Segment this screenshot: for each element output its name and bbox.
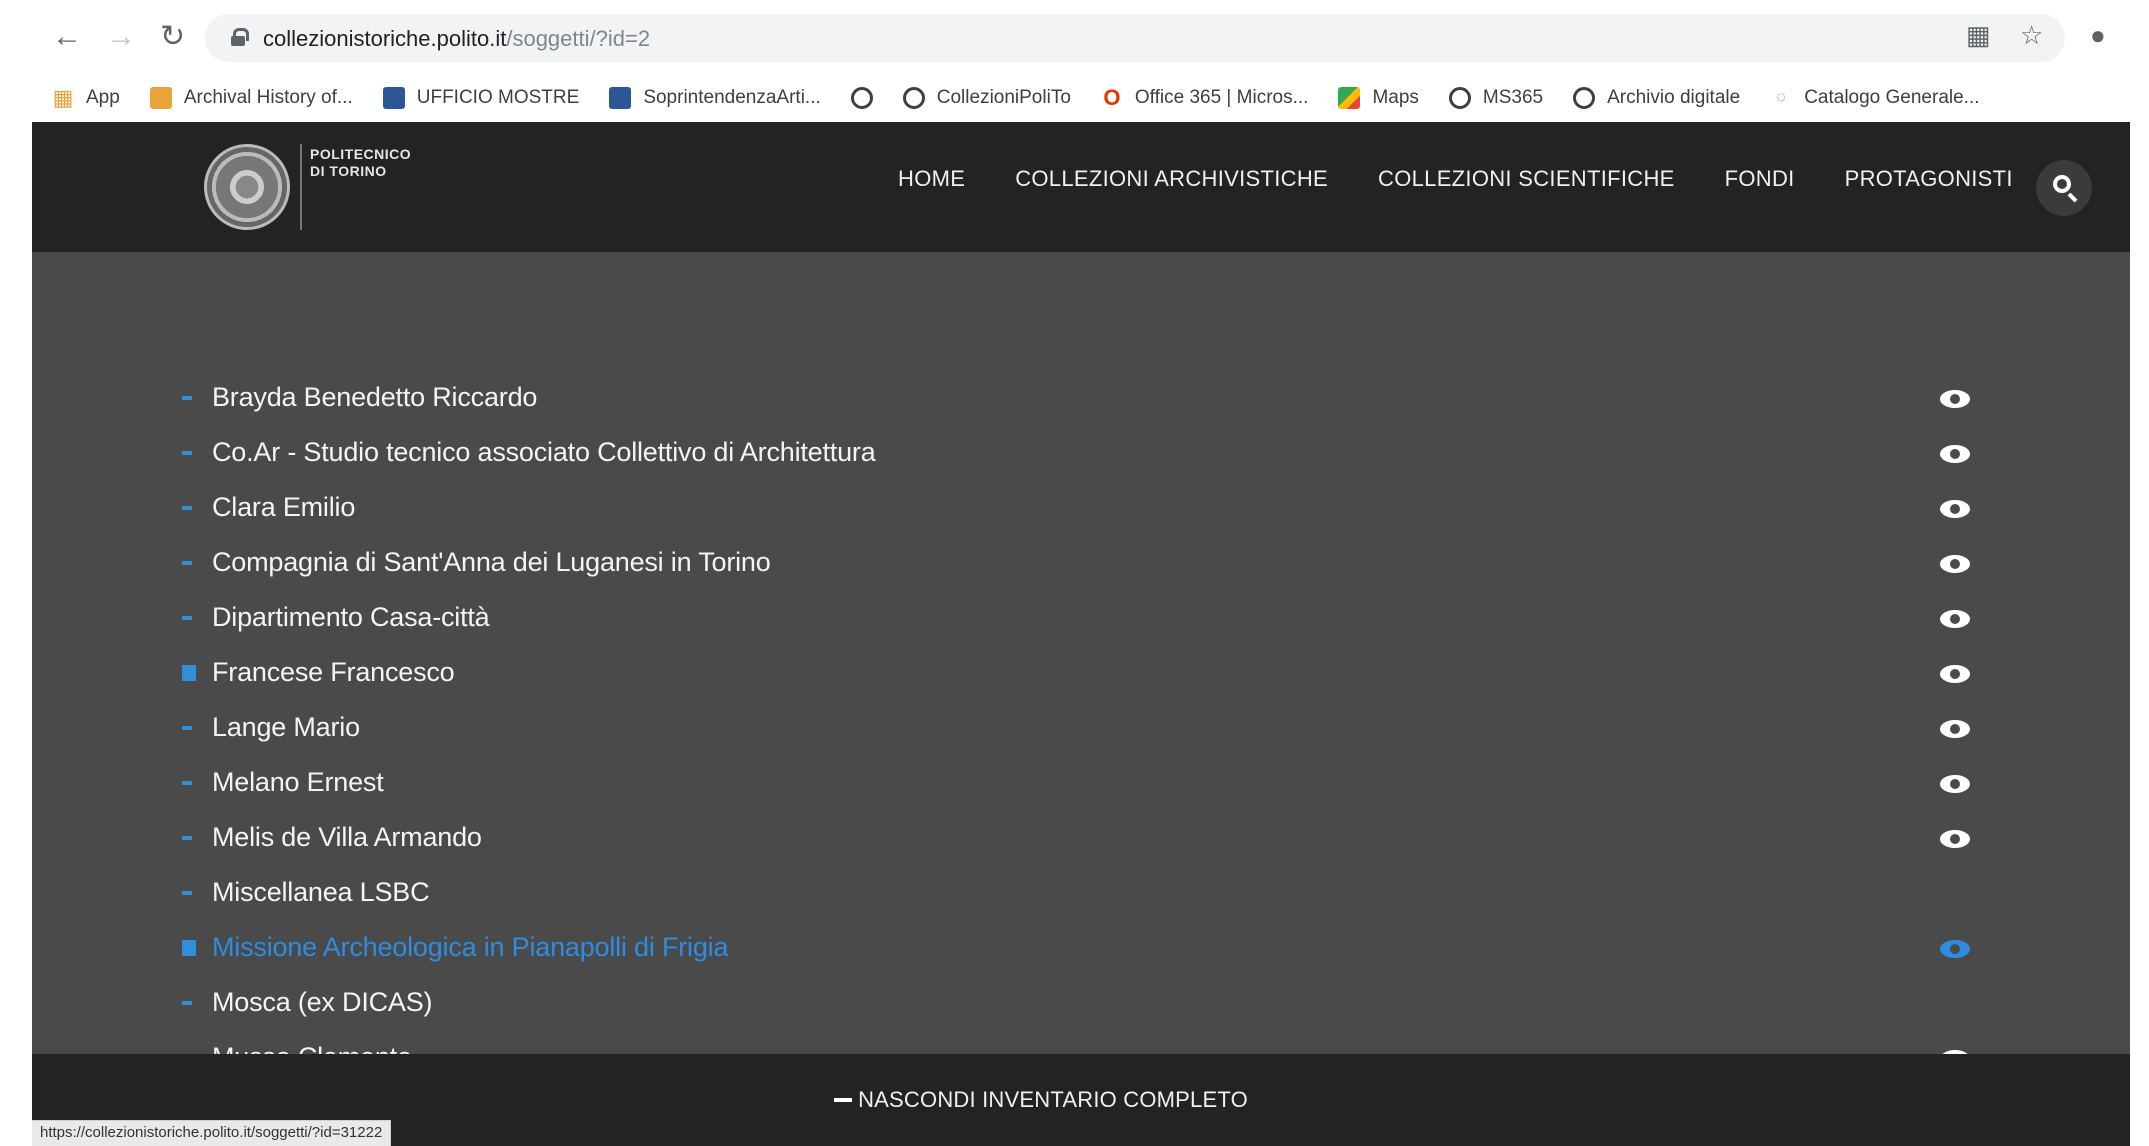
site-header: POLITECNICO DI TORINO HOME COLLEZIONI AR… — [32, 122, 2130, 252]
list-item-active[interactable]: Missione Archeologica in Pianapolli di F… — [182, 922, 2012, 977]
logo-divider — [300, 144, 302, 230]
lock-icon — [231, 28, 249, 46]
bullet-icon — [182, 836, 192, 840]
list-item-label: Mosca (ex DICAS) — [212, 987, 433, 1017]
blue-square-icon — [382, 87, 405, 109]
logo-seal-icon[interactable] — [204, 144, 290, 230]
url-text: collezionistoriche.polito.it/soggetti/?i… — [263, 26, 651, 51]
eye-icon[interactable] — [1940, 720, 1970, 738]
nav-protagonisti[interactable]: PROTAGONISTI — [1845, 166, 2013, 192]
status-bar-url: https://collezionistoriche.polito.it/sog… — [32, 1120, 392, 1146]
bookmark-apps[interactable]: ▦ App — [52, 87, 120, 109]
list-item-label: Clara Emilio — [212, 492, 356, 522]
search-button[interactable] — [2036, 160, 2092, 216]
eye-icon[interactable] — [1940, 775, 1970, 793]
main-nav: HOME COLLEZIONI ARCHIVISTICHE COLLEZIONI… — [898, 166, 2063, 192]
cube-icon — [149, 87, 172, 109]
browser-toolbar: ← → ↻ collezionistoriche.polito.it/sogge… — [0, 0, 2149, 74]
nav-fondi[interactable]: FONDI — [1725, 166, 1795, 192]
list-item-label: Melano Ernest — [212, 767, 384, 797]
reload-button[interactable]: ↻ — [160, 20, 185, 54]
search-icon — [2053, 175, 2071, 193]
bookmark-archival-history[interactable]: Archival History of... — [149, 87, 353, 109]
list-item[interactable]: Miscellanea LSBC — [182, 867, 2012, 922]
website: POLITECNICO DI TORINO HOME COLLEZIONI AR… — [32, 122, 2130, 1146]
globe-icon — [902, 87, 925, 109]
list-item[interactable]: Lange Mario — [182, 702, 2012, 757]
bullet-icon — [182, 451, 192, 455]
list-item[interactable]: Melis de Villa Armando — [182, 812, 2012, 867]
nav-collezioni-scientifiche[interactable]: COLLEZIONI SCIENTIFICHE — [1378, 166, 1675, 192]
bullet-icon — [182, 726, 192, 730]
apps-icon: ▦ — [52, 85, 74, 110]
list-item[interactable]: Francese Francesco — [182, 647, 2012, 702]
eye-icon[interactable] — [1940, 445, 1970, 463]
profile-icon[interactable]: ● — [2090, 20, 2106, 50]
bullet-icon — [182, 396, 192, 400]
eye-icon[interactable] — [1940, 940, 1970, 958]
bookmark-soprintendenza[interactable]: SoprintendenzaArti... — [609, 87, 821, 109]
globe-icon — [850, 87, 873, 109]
globe-icon — [1448, 87, 1471, 109]
list-item-label: Melis de Villa Armando — [212, 822, 482, 852]
bullet-icon — [182, 891, 192, 895]
hide-inventory-label: NASCONDI INVENTARIO COMPLETO — [858, 1087, 1248, 1112]
nav-collezioni-archivistiche[interactable]: COLLEZIONI ARCHIVISTICHE — [1015, 166, 1328, 192]
bookmark-ufficio-mostre[interactable]: UFFICIO MOSTRE — [382, 87, 579, 109]
folder-bullet-icon — [182, 665, 196, 681]
bullet-icon — [182, 506, 192, 510]
bookmark-catalogo-generale[interactable]: ◌ Catalogo Generale... — [1770, 87, 1979, 109]
globe-icon — [1573, 87, 1596, 109]
forward-button[interactable]: → — [106, 20, 136, 54]
list-item-label: Missione Archeologica in Pianapolli di F… — [212, 932, 729, 962]
blue-square-icon — [609, 87, 632, 109]
eye-icon[interactable] — [1940, 555, 1970, 573]
list-item-label: Miscellanea LSBC — [212, 877, 430, 907]
bookmark-collezioni-polito[interactable]: CollezioniPoliTo — [902, 87, 1071, 109]
list-item[interactable]: Melano Ernest — [182, 757, 2012, 812]
bullet-icon — [182, 781, 192, 785]
logo-text[interactable]: POLITECNICO DI TORINO — [310, 146, 430, 180]
bookmark-archivio-digitale[interactable]: Archivio digitale — [1573, 87, 1740, 109]
list-item[interactable]: Co.Ar - Studio tecnico associato Collett… — [182, 427, 2012, 482]
eye-icon[interactable] — [1940, 610, 1970, 628]
eye-icon[interactable] — [1940, 830, 1970, 848]
minus-icon — [834, 1098, 853, 1102]
list-item-label: Brayda Benedetto Riccardo — [212, 382, 538, 412]
folder-bullet-icon — [182, 940, 196, 956]
list-item[interactable]: Dipartimento Casa-città — [182, 592, 2012, 647]
office-icon: O — [1103, 85, 1121, 110]
address-bar[interactable]: collezionistoriche.polito.it/soggetti/?i… — [205, 14, 2065, 62]
bookmarks-bar: ▦ App Archival History of... UFFICIO MOST… — [0, 74, 2149, 122]
bullet-icon — [182, 616, 192, 620]
bookmark-office365[interactable]: O Office 365 | Micros... — [1101, 85, 1308, 110]
search-icon-handle — [2067, 192, 2078, 203]
bullet-icon — [182, 561, 192, 565]
bookmark-globe[interactable] — [850, 87, 885, 109]
nav-home[interactable]: HOME — [898, 166, 965, 192]
back-button[interactable]: ← — [52, 20, 82, 54]
bullet-icon — [182, 1001, 192, 1005]
list-item[interactable]: Clara Emilio — [182, 482, 2012, 537]
bookmark-ms365[interactable]: MS365 — [1448, 87, 1543, 109]
star-icon[interactable]: ☆ — [2020, 20, 2043, 50]
list-item[interactable]: Mosca (ex DICAS) — [182, 977, 2012, 1032]
eye-icon[interactable] — [1940, 500, 1970, 518]
list-item-label: Francese Francesco — [212, 657, 455, 687]
list-item-label: Dipartimento Casa-città — [212, 602, 490, 632]
eye-icon[interactable] — [1940, 390, 1970, 408]
fondi-list: Brayda Benedetto Riccardo Co.Ar - Studio… — [182, 372, 2012, 1087]
catalog-icon: ◌ — [1776, 89, 1786, 106]
translate-icon[interactable]: ▦ — [1966, 20, 1991, 50]
bookmark-maps[interactable]: Maps — [1338, 87, 1419, 109]
list-item-label: Lange Mario — [212, 712, 360, 742]
list-item-label: Co.Ar - Studio tecnico associato Collett… — [212, 437, 876, 467]
list-item[interactable]: Compagnia di Sant'Anna dei Luganesi in T… — [182, 537, 2012, 592]
eye-icon[interactable] — [1940, 665, 1970, 683]
list-item-label: Compagnia di Sant'Anna dei Luganesi in T… — [212, 547, 771, 577]
maps-icon — [1338, 87, 1361, 109]
list-item[interactable]: Brayda Benedetto Riccardo — [182, 372, 2012, 427]
